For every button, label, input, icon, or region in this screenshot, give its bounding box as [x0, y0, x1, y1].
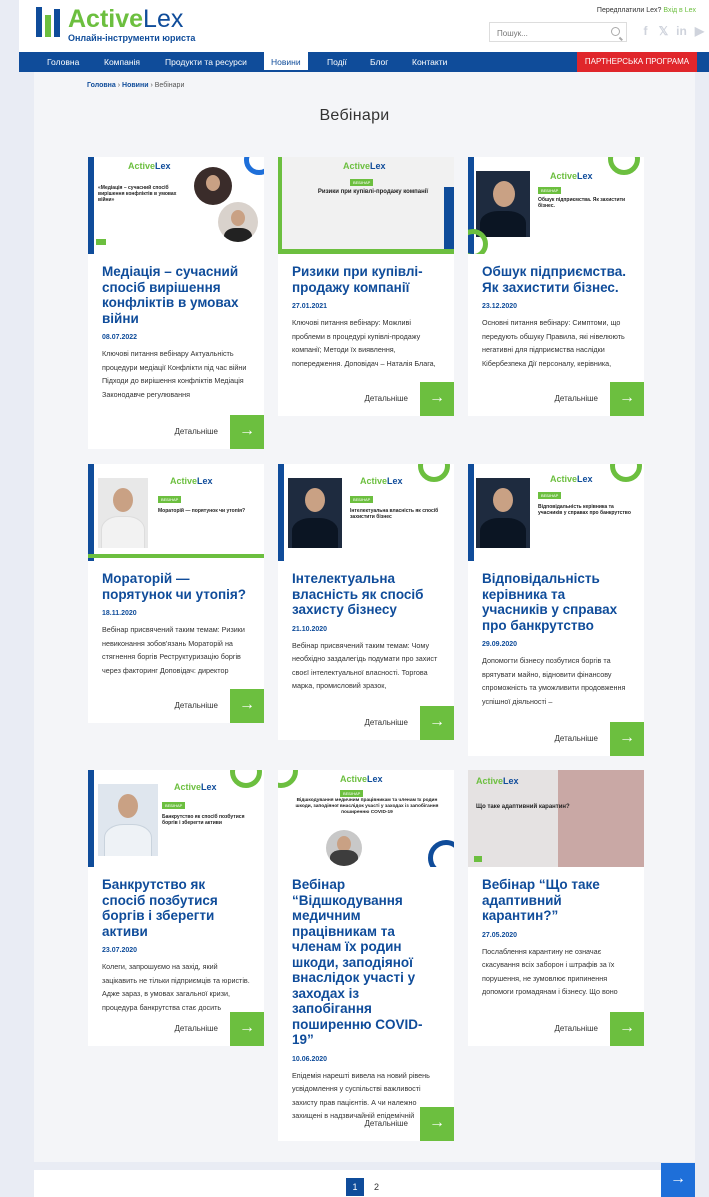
- breadcrumb-current: Вебінари: [154, 82, 185, 89]
- logo-subtitle: Онлайн-інструменти юриста: [68, 33, 196, 43]
- nav-item-events[interactable]: Події: [327, 52, 347, 72]
- nav-item-blog[interactable]: Блог: [370, 52, 388, 72]
- arrow-right-icon[interactable]: →: [610, 722, 644, 756]
- arrow-right-icon[interactable]: →: [420, 706, 454, 740]
- card-description: Вебінар присвячений таким темам: Ризики …: [102, 625, 245, 675]
- card-description: Вебінар присвячений таким темам: Чому не…: [292, 640, 438, 691]
- more-link[interactable]: Детальніше →: [278, 706, 454, 740]
- breadcrumb-news[interactable]: Новини: [122, 82, 148, 89]
- arrow-right-icon[interactable]: →: [230, 1012, 264, 1046]
- partner-program-button[interactable]: ПАРТНЕРСЬКА ПРОГРАМА: [577, 52, 697, 72]
- webinar-image: ActiveLex ВЕБІНАР Банкрутство як спосіб …: [88, 770, 264, 867]
- more-link[interactable]: Детальніше →: [88, 689, 264, 723]
- arrow-right-icon[interactable]: →: [610, 1012, 644, 1046]
- nav-item-contacts[interactable]: Контакти: [412, 52, 447, 72]
- card-description: Колеги, запрошуємо на захід, який заціка…: [102, 962, 250, 1012]
- card-date: 29.09.2020: [482, 641, 518, 648]
- arrow-right-icon[interactable]: →: [610, 382, 644, 416]
- card-date: 23.07.2020: [102, 947, 138, 954]
- card-title[interactable]: Вебінар “Відшкодування медичним працівни…: [278, 867, 454, 1048]
- linkedin-icon[interactable]: in: [675, 24, 688, 38]
- webinar-image: ActiveLex Що таке адаптивний карантин?: [468, 770, 644, 867]
- webinar-card[interactable]: ActiveLex ВЕБІНАР Мораторій — порятунок …: [88, 464, 264, 723]
- webinar-image: ActiveLex ВЕБІНАР Відшкодування медичним…: [278, 770, 454, 867]
- webinar-card[interactable]: ActiveLex «Медіація – сучасний спосіб ви…: [88, 157, 264, 449]
- card-description: Послаблення карантину не означає скасува…: [482, 946, 618, 997]
- webinar-card[interactable]: ActiveLex ВЕБІНАР Банкрутство як спосіб …: [88, 770, 264, 1046]
- card-date: 08.07.2022: [102, 334, 138, 341]
- search-icon[interactable]: [611, 27, 620, 36]
- card-title[interactable]: Ризики при купівлі-продажу компанії: [278, 254, 454, 295]
- left-strip: [0, 0, 19, 1197]
- logo-mark-icon: [36, 7, 62, 37]
- search-box[interactable]: [489, 22, 627, 43]
- login-link[interactable]: Вхід в Lex: [663, 7, 696, 14]
- next-page-button[interactable]: →: [661, 1163, 695, 1197]
- twitter-icon[interactable]: 𝕏: [657, 24, 670, 38]
- more-link[interactable]: Детальніше →: [468, 1012, 644, 1046]
- youtube-icon[interactable]: ▶: [693, 24, 706, 38]
- webinar-card[interactable]: ActiveLex ВЕБІНАР Інтелектуальна власніс…: [278, 464, 454, 740]
- breadcrumb: Головна › Новини › Вебінари: [87, 82, 185, 89]
- webinar-image: ActiveLex ВЕБІНАР Ризики при купівлі-про…: [278, 157, 454, 254]
- webinar-image: ActiveLex ВЕБІНАР Інтелектуальна власніс…: [278, 464, 454, 561]
- card-description: Ключові питання вебінару Актуальність пр…: [102, 349, 247, 399]
- arrow-right-icon[interactable]: →: [230, 415, 264, 449]
- more-link[interactable]: Детальніше →: [468, 722, 644, 756]
- nav-item-news[interactable]: Новини: [264, 52, 308, 72]
- more-link[interactable]: Детальніше →: [88, 1012, 264, 1046]
- card-date: 27.05.2020: [482, 931, 518, 939]
- logo-text: ActiveLex: [68, 5, 184, 33]
- pagination: 1 2 →: [34, 1163, 695, 1197]
- logo[interactable]: ActiveLex Онлайн-інструменти юриста: [36, 5, 196, 45]
- card-description: Основні питання вебінару: Симптоми, що п…: [482, 318, 625, 368]
- main-nav: Головна Компанія Продукти та ресурси Нов…: [19, 52, 709, 72]
- page-2-button[interactable]: 2: [374, 1178, 379, 1196]
- webinar-image: ActiveLex ВЕБІНАР Мораторій — порятунок …: [88, 464, 264, 561]
- webinar-card[interactable]: ActiveLex ВЕБІНАР Обшук підприємства. Як…: [468, 157, 644, 416]
- card-date: 23.12.2020: [482, 303, 518, 310]
- nav-item-products[interactable]: Продукти та ресурси: [165, 52, 247, 72]
- card-title[interactable]: Інтелектуальна власність як спосіб захис…: [278, 561, 454, 618]
- card-title[interactable]: Мораторій — порятунок чи утопія?: [88, 561, 264, 602]
- card-date: 10.06.2020: [292, 1055, 328, 1063]
- nav-item-company[interactable]: Компанія: [104, 52, 140, 72]
- card-title[interactable]: Банкрутство як спосіб позбутися боргів і…: [88, 867, 264, 939]
- arrow-right-icon[interactable]: →: [420, 1107, 454, 1141]
- page-title: Вебінари: [319, 107, 390, 124]
- card-date: 27.01.2021: [292, 303, 328, 310]
- breadcrumb-home[interactable]: Головна: [87, 82, 116, 89]
- nav-item-home[interactable]: Головна: [47, 52, 79, 72]
- page: ActiveLex Онлайн-інструменти юриста Пере…: [0, 0, 709, 1197]
- card-description: Допомогти бізнесу позбутися боргів та вр…: [482, 656, 626, 706]
- card-title[interactable]: Медіація – сучасний спосіб вирішення кон…: [88, 254, 264, 326]
- card-date: 21.10.2020: [292, 625, 328, 633]
- webinar-image: ActiveLex «Медіація – сучасний спосіб ви…: [88, 157, 264, 254]
- preorder-text: Передплатили Lex? Вхід в Lex: [596, 7, 696, 14]
- webinar-card[interactable]: ActiveLex Що таке адаптивний карантин? В…: [468, 770, 644, 1046]
- card-title[interactable]: Відповідальність керівника та учасників …: [468, 561, 644, 633]
- webinar-card[interactable]: ActiveLex ВЕБІНАР Відповідальність керів…: [468, 464, 644, 756]
- arrow-right-icon[interactable]: →: [420, 382, 454, 416]
- header: ActiveLex Онлайн-інструменти юриста Пере…: [19, 0, 709, 52]
- webinar-card[interactable]: ActiveLex ВЕБІНАР Ризики при купівлі-про…: [278, 157, 454, 416]
- card-title[interactable]: Вебінар “Що таке адаптивний карантин?”: [468, 867, 644, 924]
- webinar-image: ActiveLex ВЕБІНАР Обшук підприємства. Як…: [468, 157, 644, 254]
- more-link[interactable]: Детальніше →: [88, 415, 264, 449]
- card-date: 18.11.2020: [102, 610, 137, 617]
- webinar-card[interactable]: ActiveLex ВЕБІНАР Відшкодування медичним…: [278, 770, 454, 1141]
- more-link[interactable]: Детальніше →: [468, 382, 644, 416]
- arrow-right-icon[interactable]: →: [230, 689, 264, 723]
- social-links: f 𝕏 in ▶: [639, 24, 706, 38]
- page-1-button[interactable]: 1: [346, 1178, 364, 1196]
- webinar-image: ActiveLex ВЕБІНАР Відповідальність керів…: [468, 464, 644, 561]
- card-title[interactable]: Обшук підприємства. Як захистити бізнес.: [468, 254, 644, 295]
- card-description: Ключові питання вебінару: Можливі пробле…: [292, 318, 436, 368]
- more-link[interactable]: Детальніше →: [278, 382, 454, 416]
- search-input[interactable]: [490, 24, 600, 43]
- facebook-icon[interactable]: f: [639, 24, 652, 38]
- more-link[interactable]: Детальніше →: [278, 1107, 454, 1141]
